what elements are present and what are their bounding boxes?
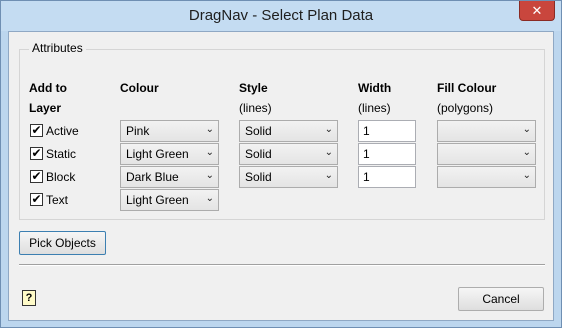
- static-checkbox[interactable]: ✔: [30, 147, 43, 160]
- block-checkbox[interactable]: ✔: [30, 170, 43, 183]
- block-width-value: 1: [363, 170, 370, 184]
- chevron-down-icon: ⌄: [205, 193, 214, 204]
- attributes-group-label: Attributes: [29, 41, 86, 55]
- static-width-value: 1: [363, 147, 370, 161]
- text-checkbox[interactable]: ✔: [30, 193, 43, 206]
- static-width-input[interactable]: 1: [358, 143, 416, 165]
- text-colour-value: Light Green: [126, 193, 189, 207]
- static-colour-select[interactable]: Light Green ⌄: [120, 143, 219, 165]
- text-label[interactable]: Text: [46, 193, 68, 207]
- dialog-body: Attributes Add to Layer Colour Style (li…: [8, 31, 554, 321]
- chevron-down-icon: ⌄: [205, 170, 214, 181]
- static-fill-select[interactable]: ⌄: [437, 143, 536, 165]
- separator: [19, 264, 545, 266]
- header-add-to: Add to: [29, 81, 67, 95]
- cancel-button[interactable]: Cancel: [458, 287, 544, 311]
- chevron-down-icon: ⌄: [205, 147, 214, 158]
- header-width: Width: [358, 81, 392, 95]
- active-fill-select[interactable]: ⌄: [437, 120, 536, 142]
- window-title: DragNav - Select Plan Data: [188, 7, 374, 24]
- help-icon[interactable]: ?: [22, 290, 36, 306]
- block-style-value: Solid: [245, 170, 272, 184]
- chevron-down-icon: ⌄: [324, 170, 333, 181]
- header-style-sub: (lines): [239, 101, 272, 115]
- active-colour-select[interactable]: Pink ⌄: [120, 120, 219, 142]
- close-icon: ✕: [531, 3, 543, 18]
- static-colour-value: Light Green: [126, 147, 189, 161]
- text-colour-select[interactable]: Light Green ⌄: [120, 189, 219, 211]
- header-layer: Layer: [29, 101, 62, 115]
- static-style-select[interactable]: Solid ⌄: [239, 143, 338, 165]
- header-colour: Colour: [120, 81, 159, 95]
- active-width-input[interactable]: 1: [358, 120, 416, 142]
- header-fill-sub: (polygons): [437, 101, 494, 115]
- active-colour-value: Pink: [126, 124, 150, 138]
- chevron-down-icon: ⌄: [522, 147, 531, 158]
- attributes-group: Attributes Add to Layer Colour Style (li…: [19, 41, 545, 220]
- static-style-value: Solid: [245, 147, 272, 161]
- block-colour-select[interactable]: Dark Blue ⌄: [120, 166, 219, 188]
- chevron-down-icon: ⌄: [324, 124, 333, 135]
- block-label[interactable]: Block: [46, 170, 75, 184]
- header-style: Style: [239, 81, 268, 95]
- title-bar[interactable]: DragNav - Select Plan Data ✕: [1, 1, 561, 31]
- header-width-sub: (lines): [358, 101, 391, 115]
- dialog-window: DragNav - Select Plan Data ✕ Attributes …: [0, 0, 562, 328]
- block-fill-select[interactable]: ⌄: [437, 166, 536, 188]
- pick-objects-button[interactable]: Pick Objects: [19, 231, 106, 255]
- active-style-select[interactable]: Solid ⌄: [239, 120, 338, 142]
- active-checkbox[interactable]: ✔: [30, 124, 43, 137]
- active-width-value: 1: [363, 124, 370, 138]
- chevron-down-icon: ⌄: [522, 170, 531, 181]
- chevron-down-icon: ⌄: [522, 124, 531, 135]
- active-label[interactable]: Active: [46, 124, 79, 138]
- chevron-down-icon: ⌄: [205, 124, 214, 135]
- header-fill-colour: Fill Colour: [437, 81, 497, 95]
- static-label[interactable]: Static: [46, 147, 76, 161]
- block-style-select[interactable]: Solid ⌄: [239, 166, 338, 188]
- active-style-value: Solid: [245, 124, 272, 138]
- close-button[interactable]: ✕: [519, 1, 555, 21]
- chevron-down-icon: ⌄: [324, 147, 333, 158]
- block-width-input[interactable]: 1: [358, 166, 416, 188]
- block-colour-value: Dark Blue: [126, 170, 179, 184]
